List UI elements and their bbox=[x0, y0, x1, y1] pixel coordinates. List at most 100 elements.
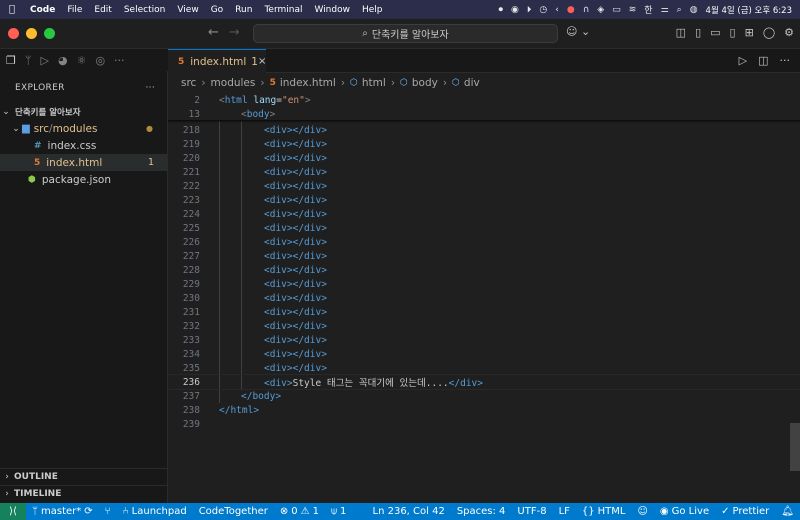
code-line[interactable]: 220 <div></div> bbox=[168, 151, 800, 165]
cursor-position[interactable]: Ln 236, Col 42 bbox=[367, 506, 451, 517]
clock-icon[interactable]: ◷ bbox=[539, 5, 547, 15]
outline-section[interactable]: › OUTLINE bbox=[0, 468, 168, 485]
problems-status[interactable]: ⊗ 0 ⚠ 1 bbox=[274, 506, 325, 517]
code-line[interactable]: 222 <div></div> bbox=[168, 179, 800, 193]
ports-status[interactable]: ⍦ 1 bbox=[325, 506, 352, 517]
file-index-css[interactable]: # index.css bbox=[0, 137, 167, 154]
menubar-clock[interactable]: 4월 4일 (금) 오후 6:23 bbox=[706, 4, 792, 16]
breadcrumb-div[interactable]: div bbox=[464, 77, 480, 89]
code-line[interactable]: 229 <div></div> bbox=[168, 277, 800, 291]
code-editor[interactable]: 2 <html lang="en"> 13 <body> 218 <div></d… bbox=[168, 93, 800, 503]
breadcrumb-file[interactable]: index.html bbox=[280, 77, 336, 89]
menu-edit[interactable]: Edit bbox=[88, 5, 117, 15]
tab-index-html[interactable]: 5 index.html 1 × bbox=[168, 49, 266, 73]
language-mode[interactable]: {} HTML bbox=[576, 506, 632, 517]
wifi-icon[interactable]: ≋ bbox=[629, 5, 637, 15]
menu-window[interactable]: Window bbox=[308, 5, 356, 15]
battery-icon[interactable]: ▭ bbox=[612, 5, 621, 15]
prettier-status[interactable]: ✓ Prettier bbox=[715, 506, 775, 517]
code-line[interactable]: 239 bbox=[168, 417, 800, 431]
code-line[interactable]: 218 <div></div> bbox=[168, 123, 800, 137]
source-control-icon[interactable]: ᛘ bbox=[25, 54, 32, 67]
file-index-html[interactable]: 5 index.html 1 bbox=[0, 154, 167, 171]
sticky-line-html[interactable]: 2 <html lang="en"> bbox=[168, 93, 800, 107]
code-line-current[interactable]: 236 <div>Style 태그는 꼭대기에 있는데....</div> bbox=[168, 374, 800, 390]
toggle-secondary-sidebar-icon[interactable]: ▯ bbox=[730, 26, 736, 39]
run-debug-icon[interactable]: ▷ bbox=[40, 54, 48, 67]
code-line[interactable]: 237 </body> bbox=[168, 389, 800, 403]
editor-scrollbar[interactable] bbox=[790, 423, 800, 471]
run-icon[interactable]: ▷ bbox=[739, 54, 747, 67]
copilot-icon[interactable]: ☺ ⌄ bbox=[566, 25, 590, 38]
menu-file[interactable]: File bbox=[61, 5, 88, 15]
stop-icon[interactable]: ● bbox=[567, 5, 575, 15]
golive-status[interactable]: ◉ Go Live bbox=[654, 506, 715, 517]
code-line[interactable]: 226 <div></div> bbox=[168, 235, 800, 249]
split-editor-icon[interactable]: ◫ bbox=[758, 54, 768, 67]
close-icon[interactable]: × bbox=[258, 56, 266, 67]
menu-view[interactable]: View bbox=[171, 5, 204, 15]
branch-status[interactable]: ᛘ master* ⟳ bbox=[26, 506, 99, 517]
siri-icon[interactable]: ◍ bbox=[690, 5, 698, 15]
codetogether-status[interactable]: CodeTogether bbox=[193, 506, 274, 517]
headphones-icon[interactable]: ∩ bbox=[583, 5, 590, 15]
code-line[interactable]: 235 <div></div> bbox=[168, 361, 800, 375]
code-line[interactable]: 232 <div></div> bbox=[168, 319, 800, 333]
arrow-right-icon[interactable]: → bbox=[229, 25, 240, 40]
code-line[interactable]: 225 <div></div> bbox=[168, 221, 800, 235]
search-icon[interactable]: ⌕ bbox=[677, 5, 682, 15]
record-icon[interactable]: ⏺ bbox=[498, 5, 503, 15]
code-line[interactable]: 238 </html> bbox=[168, 403, 800, 417]
minimize-window-button[interactable] bbox=[26, 28, 37, 39]
encoding[interactable]: UTF-8 bbox=[511, 506, 552, 517]
more-icon[interactable]: ··· bbox=[114, 54, 125, 67]
explorer-more-button[interactable]: ··· bbox=[146, 83, 155, 93]
code-line[interactable]: 221 <div></div> bbox=[168, 165, 800, 179]
line-ending[interactable]: LF bbox=[553, 506, 576, 517]
back-icon[interactable]: ‹ bbox=[555, 5, 559, 15]
gear-icon[interactable]: ⚙ bbox=[784, 26, 794, 39]
sticky-line-body[interactable]: 13 <body> bbox=[168, 107, 800, 121]
file-package-json[interactable]: ⬢ package.json bbox=[0, 171, 167, 188]
breadcrumb-body[interactable]: body bbox=[412, 77, 438, 89]
toggle-panel-icon[interactable]: ▭ bbox=[710, 26, 720, 39]
play-icon[interactable]: ⏵ bbox=[527, 5, 532, 15]
explorer-icon[interactable]: ❐ bbox=[6, 54, 16, 67]
timeline-section[interactable]: › TIMELINE bbox=[0, 485, 168, 502]
more-actions-icon[interactable]: ··· bbox=[780, 54, 791, 67]
remote-indicator-icon[interactable]: ⟩⟨ bbox=[0, 503, 26, 520]
apple-icon[interactable]:  bbox=[0, 4, 24, 15]
code-line[interactable]: 228 <div></div> bbox=[168, 263, 800, 277]
menu-terminal[interactable]: Terminal bbox=[258, 5, 308, 15]
breadcrumb-html[interactable]: html bbox=[362, 77, 386, 89]
toggle-sidebar-icon[interactable]: ▯ bbox=[695, 26, 701, 39]
bell-icon[interactable]: 🔔︎ bbox=[775, 506, 800, 517]
code-line[interactable]: 234 <div></div> bbox=[168, 347, 800, 361]
code-line[interactable]: 231 <div></div> bbox=[168, 305, 800, 319]
menu-app-code[interactable]: Code bbox=[24, 5, 61, 15]
code-line[interactable]: 219 <div></div> bbox=[168, 137, 800, 151]
close-window-button[interactable] bbox=[8, 28, 19, 39]
menu-help[interactable]: Help bbox=[356, 5, 389, 15]
breadcrumb-src[interactable]: src bbox=[181, 77, 196, 89]
code-line[interactable]: 223 <div></div> bbox=[168, 193, 800, 207]
account-icon[interactable]: ◯ bbox=[763, 26, 775, 39]
arrow-left-icon[interactable]: ← bbox=[208, 25, 219, 40]
copilot-status-icon[interactable]: ☺ bbox=[631, 506, 653, 517]
code-line[interactable]: 230 <div></div> bbox=[168, 291, 800, 305]
zoom-window-button[interactable] bbox=[44, 28, 55, 39]
menu-run[interactable]: Run bbox=[229, 5, 258, 15]
menu-go[interactable]: Go bbox=[205, 5, 229, 15]
launchpad-status[interactable]: ⑃ Launchpad bbox=[117, 506, 193, 517]
breadcrumb-modules[interactable]: modules bbox=[211, 77, 256, 89]
graph-icon[interactable]: ⑂ bbox=[99, 506, 117, 517]
code-line[interactable]: 224 <div></div> bbox=[168, 207, 800, 221]
project-root[interactable]: ⌄ 단축키를 알아보자 bbox=[0, 103, 167, 120]
code-line[interactable]: 227 <div></div> bbox=[168, 249, 800, 263]
menu-selection[interactable]: Selection bbox=[118, 5, 171, 15]
control-center-icon[interactable]: ⚌ bbox=[661, 5, 669, 15]
code-line[interactable]: 233 <div></div> bbox=[168, 333, 800, 347]
extensions-icon[interactable]: ⚛ bbox=[77, 54, 87, 67]
command-center[interactable]: ⌕ 단축키를 알아보자 bbox=[253, 24, 558, 43]
input-source[interactable]: 한 bbox=[644, 3, 652, 16]
